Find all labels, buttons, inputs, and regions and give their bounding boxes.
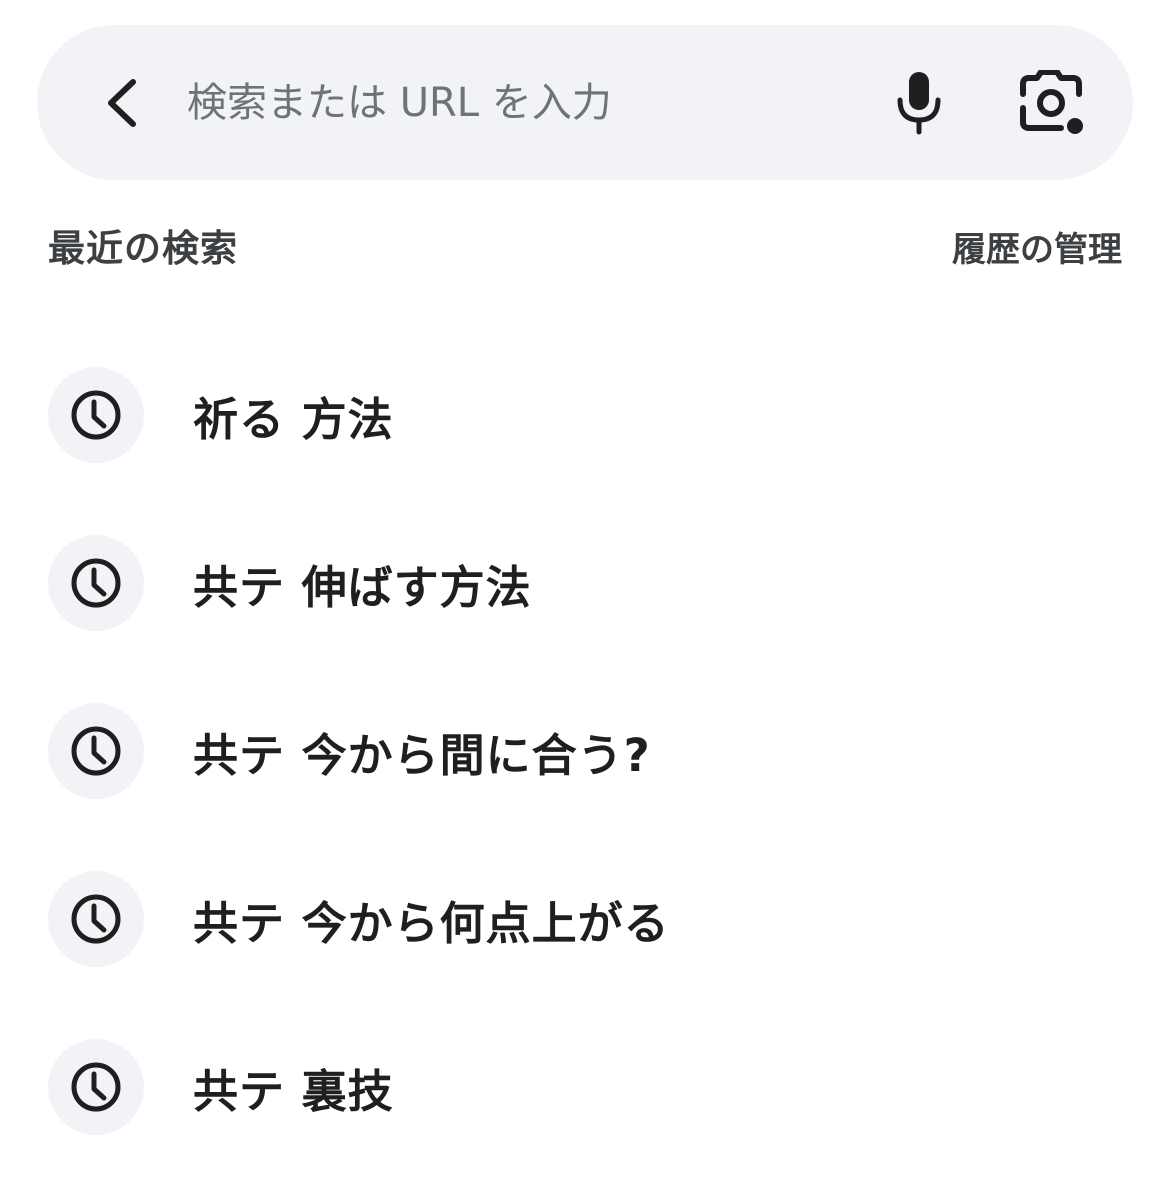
clock-icon	[71, 558, 121, 608]
manage-history-link[interactable]: 履歴の管理	[952, 222, 1122, 271]
history-item[interactable]: 祈る 方法	[0, 340, 1169, 490]
history-item[interactable]: 共テ 今から何点上がる	[0, 844, 1169, 994]
history-item-text: 共テ 裏技	[193, 1064, 394, 1118]
voice-search-button[interactable]	[887, 65, 951, 141]
search-bar[interactable]	[37, 25, 1133, 180]
google-lens-icon	[1020, 70, 1083, 134]
lens-search-button[interactable]	[1012, 63, 1092, 143]
history-item[interactable]: 共テ 伸ばす方法	[0, 508, 1169, 658]
history-icon-bubble	[48, 871, 144, 967]
history-item-text: 祈る 方法	[193, 392, 394, 446]
clock-icon	[71, 1062, 121, 1112]
clock-icon	[71, 894, 121, 944]
history-item-text: 共テ 今から何点上がる	[193, 896, 670, 950]
history-item-text: 共テ 今から間に合う?	[193, 728, 651, 782]
history-item[interactable]: 共テ 今から間に合う?	[0, 676, 1169, 826]
history-item-text: 共テ 伸ばす方法	[193, 560, 532, 614]
history-icon-bubble	[48, 367, 144, 463]
recent-searches-title: 最近の検索	[48, 227, 238, 270]
clock-icon	[71, 390, 121, 440]
history-item[interactable]: 共テ 裏技	[0, 1012, 1169, 1162]
back-button[interactable]	[93, 73, 153, 133]
search-input[interactable]	[187, 65, 867, 141]
history-icon-bubble	[48, 1039, 144, 1135]
clock-icon	[71, 726, 121, 776]
back-arrow-icon	[108, 79, 136, 127]
history-icon-bubble	[48, 703, 144, 799]
microphone-icon	[897, 72, 941, 135]
history-icon-bubble	[48, 535, 144, 631]
